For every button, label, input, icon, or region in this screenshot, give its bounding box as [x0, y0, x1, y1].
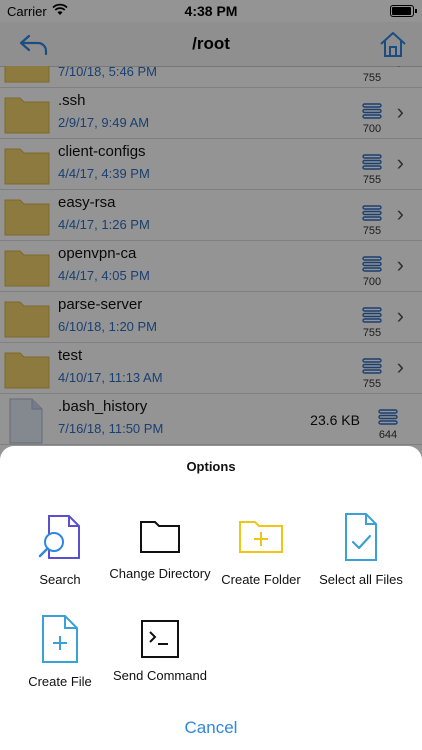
search-option[interactable]: Search [5, 512, 115, 588]
select-all-files-option[interactable]: Select all Files [306, 512, 416, 588]
create-file-icon [42, 615, 78, 663]
create-folder-option[interactable]: Create Folder [206, 512, 316, 588]
option-label: Create Folder [221, 572, 301, 587]
terminal-icon [141, 620, 179, 658]
option-label: Select all Files [319, 572, 403, 587]
screen: Carrier 4:38 PM /root 7/10/18, 5:46 PM 7… [0, 0, 422, 750]
create-folder-icon [239, 521, 283, 553]
search-file-icon [38, 515, 80, 559]
options-sheet: Options Search Change Directory Create F… [0, 446, 422, 750]
option-label: Create File [28, 674, 92, 689]
change-directory-option[interactable]: Change Directory [105, 512, 215, 582]
select-files-icon [345, 513, 377, 561]
option-label: Search [39, 572, 81, 587]
cancel-button[interactable]: Cancel [0, 718, 422, 738]
option-label: Change Directory [109, 566, 211, 581]
option-label: Send Command [113, 668, 207, 683]
create-file-option[interactable]: Create File [5, 614, 115, 690]
sheet-title: Options [186, 459, 236, 474]
send-command-option[interactable]: Send Command [105, 614, 215, 684]
folder-icon [140, 521, 180, 553]
